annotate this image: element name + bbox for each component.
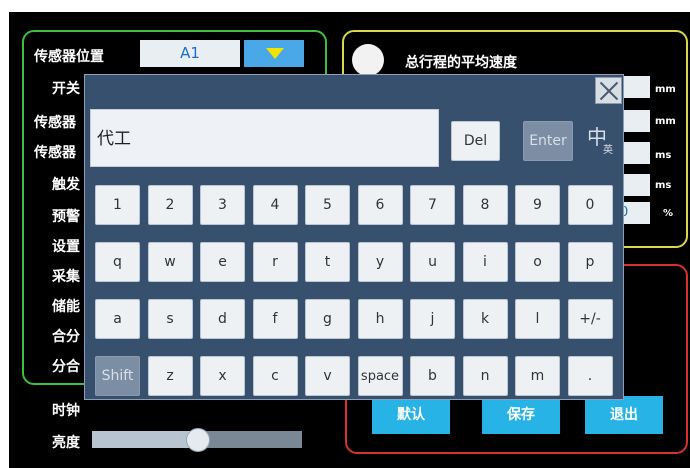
- key-9[interactable]: 9: [515, 185, 560, 225]
- key-4[interactable]: 4: [252, 185, 298, 225]
- default-button[interactable]: 默认: [372, 396, 450, 434]
- row-label-clock: 时钟: [52, 403, 80, 419]
- row-label-sensor-a: 传感器: [34, 115, 76, 131]
- key-k[interactable]: k: [462, 299, 508, 339]
- key-shift[interactable]: Shift: [95, 356, 140, 396]
- key-y[interactable]: y: [357, 242, 403, 282]
- brightness-slider-fill: [92, 431, 197, 448]
- key-l[interactable]: l: [515, 299, 560, 339]
- key-t[interactable]: t: [305, 242, 350, 282]
- enter-key[interactable]: Enter: [523, 121, 573, 161]
- key-u[interactable]: u: [410, 242, 455, 282]
- key-d[interactable]: d: [200, 299, 245, 339]
- key-space[interactable]: space: [357, 356, 403, 396]
- key-q[interactable]: q: [95, 242, 140, 282]
- unit-label: ms: [655, 180, 672, 191]
- row-label-setup: 设置: [52, 239, 80, 255]
- save-button[interactable]: 保存: [482, 396, 560, 434]
- key-z[interactable]: z: [147, 356, 193, 396]
- exit-button[interactable]: 退出: [585, 396, 663, 434]
- row-label-storage: 储能: [52, 299, 80, 315]
- key-r[interactable]: r: [252, 242, 298, 282]
- dropdown-triangle-icon: [266, 48, 284, 59]
- row-label-close-open: 合分: [52, 329, 80, 345]
- key-n[interactable]: n: [462, 356, 508, 396]
- key-v[interactable]: v: [305, 356, 350, 396]
- key-3[interactable]: 3: [200, 185, 245, 225]
- key-e[interactable]: e: [200, 242, 245, 282]
- key-x[interactable]: x: [200, 356, 245, 396]
- delete-key[interactable]: Del: [451, 121, 500, 161]
- key-plus-minus[interactable]: +/-: [567, 299, 613, 339]
- value-field[interactable]: [620, 174, 650, 196]
- sensor-position-label: 传感器位置: [34, 49, 104, 65]
- key-6[interactable]: 6: [357, 185, 403, 225]
- key-period[interactable]: .: [567, 356, 613, 396]
- value-field[interactable]: [620, 76, 650, 98]
- key-h[interactable]: h: [357, 299, 403, 339]
- value-field[interactable]: 0: [620, 202, 650, 224]
- key-b[interactable]: b: [410, 356, 455, 396]
- key-f[interactable]: f: [252, 299, 298, 339]
- key-p[interactable]: p: [567, 242, 613, 282]
- sensor-position-dropdown[interactable]: [244, 40, 304, 67]
- brightness-slider[interactable]: [92, 428, 302, 452]
- unit-label: %: [663, 208, 674, 219]
- row-label-open-close: 分合: [52, 359, 80, 375]
- key-j[interactable]: j: [410, 299, 455, 339]
- close-icon[interactable]: [595, 77, 622, 104]
- key-g[interactable]: g: [305, 299, 350, 339]
- value-field[interactable]: [620, 142, 650, 164]
- brightness-slider-handle[interactable]: [186, 428, 210, 452]
- value-field[interactable]: [620, 110, 650, 132]
- sensor-position-value[interactable]: A1: [140, 40, 240, 67]
- on-screen-keyboard: 代工 Del Enter 中 英 1234567890 qwertyuiop asd…: [84, 74, 624, 400]
- language-sub: 英: [603, 145, 613, 156]
- unit-label: ms: [655, 150, 672, 161]
- row-label-trigger: 触发: [52, 177, 80, 193]
- unit-label: mm: [655, 116, 676, 127]
- average-speed-label: 总行程的平均速度: [405, 55, 517, 71]
- row-label-switch: 开关: [52, 81, 80, 97]
- row-label-warning: 预警: [52, 209, 80, 225]
- key-5[interactable]: 5: [305, 185, 350, 225]
- key-0[interactable]: 0: [567, 185, 613, 225]
- key-2[interactable]: 2: [147, 185, 193, 225]
- key-o[interactable]: o: [515, 242, 560, 282]
- keyboard-input[interactable]: 代工: [90, 109, 439, 167]
- key-w[interactable]: w: [147, 242, 193, 282]
- key-m[interactable]: m: [515, 356, 560, 396]
- key-s[interactable]: s: [147, 299, 193, 339]
- unit-label: mm: [655, 84, 676, 95]
- key-7[interactable]: 7: [410, 185, 455, 225]
- average-speed-radio[interactable]: [352, 44, 384, 76]
- key-8[interactable]: 8: [462, 185, 508, 225]
- key-a[interactable]: a: [95, 299, 140, 339]
- key-1[interactable]: 1: [95, 185, 140, 225]
- row-label-sampling: 采集: [52, 269, 80, 285]
- row-label-sensor-b: 传感器: [34, 145, 76, 161]
- brightness-label: 亮度: [52, 435, 80, 451]
- language-toggle[interactable]: 中 英: [585, 121, 619, 161]
- key-i[interactable]: i: [462, 242, 508, 282]
- key-c[interactable]: c: [252, 356, 298, 396]
